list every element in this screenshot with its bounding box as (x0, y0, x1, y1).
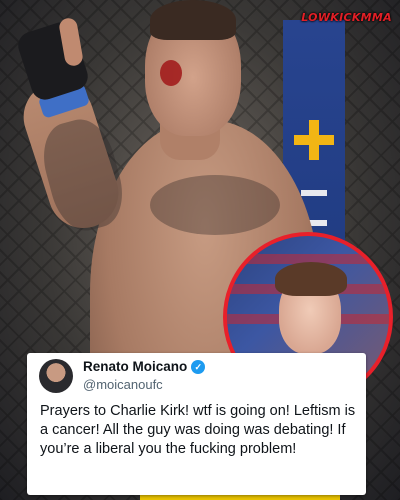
tweet-card: Renato Moicano ✓ @moicanoufc Prayers to … (27, 353, 366, 495)
author-handle[interactable]: @moicanoufc (83, 377, 163, 392)
tweet-text: Prayers to Charlie Kirk! wtf is going on… (40, 403, 356, 457)
verified-check-icon: ✓ (191, 359, 206, 374)
site-logo: LOWKICKMMA (301, 11, 392, 24)
author-name[interactable]: Renato Moicano (83, 359, 187, 374)
chest-tattoo (150, 175, 280, 235)
author-row: Renato Moicano ✓ (83, 359, 206, 374)
avatar[interactable] (39, 359, 73, 393)
